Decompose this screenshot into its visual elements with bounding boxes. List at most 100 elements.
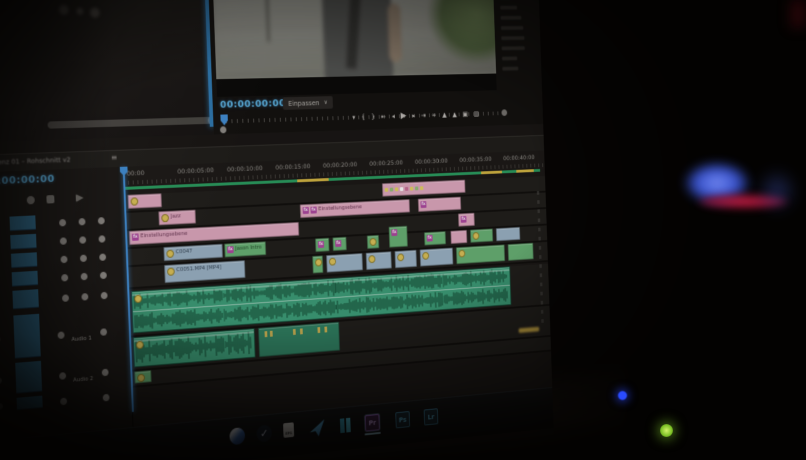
timeline-toolbar <box>0 191 118 209</box>
go-to-in-button[interactable]: ⇤ <box>381 112 386 122</box>
track-mute-toggle[interactable] <box>102 368 109 376</box>
eps-app-icon[interactable]: EPS <box>283 422 294 438</box>
track-mute-toggle[interactable] <box>100 328 107 336</box>
timeline-clip[interactable]: Jazz <box>158 210 196 226</box>
track-patch-V1[interactable] <box>12 289 38 309</box>
track-patch-V2[interactable] <box>12 271 38 287</box>
ruler-label: 00:00:05:00 <box>177 166 214 175</box>
timeline-settings-icon[interactable] <box>46 195 54 204</box>
timeline-clip[interactable] <box>312 255 323 273</box>
track-mute-toggle[interactable] <box>57 331 64 339</box>
nested-sequence-icon[interactable] <box>76 194 84 202</box>
premiere-pro-icon[interactable]: Pr <box>365 414 380 432</box>
track-visibility-toggle[interactable] <box>61 273 68 281</box>
track-lock-toggle[interactable] <box>0 377 2 384</box>
render-bar-yellow <box>297 178 329 182</box>
timeline-clip[interactable] <box>366 251 392 270</box>
fx-badge-icon <box>137 374 145 383</box>
extract-button[interactable]: ▲ <box>452 110 457 119</box>
antivirus-check-icon[interactable]: ✓ <box>256 424 272 442</box>
timeline-clip[interactable] <box>326 253 363 273</box>
scrubber-playhead[interactable] <box>220 114 228 125</box>
ruler-label: 00:00:30:00 <box>415 157 448 166</box>
track-patch-A1[interactable] <box>13 314 40 359</box>
mark-in-button[interactable]: { <box>361 112 365 122</box>
track-lock-toggle[interactable] <box>0 403 3 410</box>
settings-button[interactable]: ▥ <box>473 109 479 118</box>
scrubber-knob[interactable] <box>220 126 227 133</box>
lift-button[interactable]: ▲ <box>442 110 447 120</box>
track-visibility-toggle[interactable] <box>59 218 66 225</box>
track-visibility-toggle[interactable] <box>99 253 106 260</box>
timeline-clip[interactable]: fxJason Intro <box>224 241 266 257</box>
timeline-clip[interactable] <box>470 228 493 242</box>
track-patch-V4[interactable] <box>10 234 36 250</box>
track-visibility-toggle[interactable] <box>78 218 85 225</box>
go-to-out-button[interactable]: ⇥ <box>421 111 426 121</box>
clip-label: Einstellungsebene <box>140 231 187 243</box>
render-bar-yellow <box>481 171 502 175</box>
timeline-clip[interactable]: fx <box>418 197 461 212</box>
browser-app-icon[interactable] <box>229 427 245 445</box>
panel-menu-icon[interactable]: ≡ <box>111 153 118 162</box>
panels-app-icon[interactable] <box>337 417 352 435</box>
track-visibility-toggle[interactable] <box>79 236 86 243</box>
track-patch-A3[interactable] <box>17 396 43 411</box>
timeline-clip[interactable] <box>134 370 151 383</box>
track-visibility-toggle[interactable] <box>62 294 69 302</box>
timeline-clip[interactable]: fx <box>424 231 446 245</box>
timeline-clip[interactable]: fx <box>389 226 408 248</box>
sequence-tab[interactable]: Sequenz 01 – Rohschnitt v2 <box>0 156 71 168</box>
clip-marker-icon <box>420 186 423 190</box>
add-marker-button[interactable]: ▾ <box>352 113 355 123</box>
timeline-clip[interactable]: fx <box>458 213 475 227</box>
track-visibility-toggle[interactable] <box>98 217 105 224</box>
track-mute-toggle[interactable] <box>59 372 66 380</box>
source-scrollbar[interactable] <box>47 117 214 129</box>
track-visibility-toggle[interactable] <box>60 237 67 245</box>
timeline-clip[interactable] <box>420 248 454 267</box>
track-mute-toggle[interactable] <box>60 397 67 405</box>
track-visibility-toggle[interactable] <box>100 271 107 278</box>
export-frame-button[interactable]: ▣ <box>462 110 468 119</box>
track-visibility-toggle[interactable] <box>60 255 67 263</box>
paint3d-app-icon[interactable] <box>309 419 324 437</box>
track-visibility-toggle[interactable] <box>81 293 88 301</box>
fx-badge-icon: fx <box>461 216 467 223</box>
timeline-clip[interactable] <box>496 227 520 241</box>
lightroom-icon[interactable]: Lr <box>424 408 439 425</box>
timeline-clip[interactable]: fx <box>332 237 346 251</box>
clip-label: Jazz <box>171 213 181 222</box>
track-visibility-toggle[interactable] <box>101 291 108 299</box>
timeline-clip[interactable] <box>395 250 417 268</box>
timeline-clip[interactable] <box>128 193 162 209</box>
track-visibility-toggle[interactable] <box>81 272 88 280</box>
photoshop-icon[interactable]: Ps <box>395 411 410 428</box>
timeline-clip[interactable]: fx <box>315 238 329 252</box>
keyframe-tick <box>300 328 303 334</box>
clip-label: Einstellungsebene <box>318 204 362 215</box>
track-mute-toggle[interactable] <box>103 393 110 401</box>
track-visibility-toggle[interactable] <box>80 254 87 261</box>
step-back-button[interactable]: ◂ <box>392 112 395 122</box>
loop-button[interactable]: ∞ <box>431 110 436 120</box>
ruler-label: 00:00:10:00 <box>227 164 263 173</box>
panel-icon <box>59 5 69 15</box>
track-visibility-toggle[interactable] <box>98 235 105 242</box>
snap-icon[interactable] <box>27 196 35 205</box>
track-patch-V3[interactable] <box>11 252 37 268</box>
track-patch-V5[interactable] <box>10 215 36 231</box>
step-forward-button[interactable]: ▸ <box>412 111 415 121</box>
timeline-clip[interactable] <box>508 243 534 261</box>
play-button[interactable]: ▶ <box>400 111 406 121</box>
track-patch-A2[interactable] <box>15 361 42 394</box>
monitor-screen: 00:00:00:00 Einpassen ∨ ▾{}⇤◂▶▸⇥∞▲▲▣▥ Se… <box>0 0 554 460</box>
fx-badge-icon <box>329 258 336 266</box>
mark-out-button[interactable]: } <box>371 112 375 122</box>
timeline-clip[interactable] <box>450 230 467 244</box>
fit-dropdown[interactable]: Einpassen ∨ <box>283 96 333 110</box>
timeline-clip[interactable] <box>367 235 379 249</box>
fx-badge-icon: fx <box>132 233 139 240</box>
timeline-clip[interactable] <box>456 244 505 264</box>
track-name-label: Audio 1 <box>71 335 91 343</box>
